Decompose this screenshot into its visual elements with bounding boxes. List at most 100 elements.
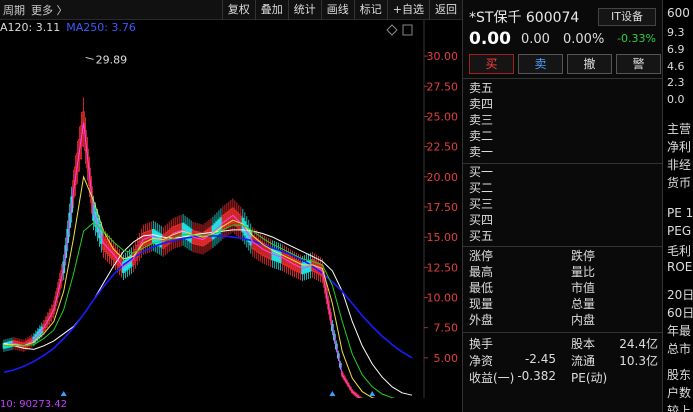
window-icon — [402, 24, 413, 36]
price-change-pct: 0.00% — [563, 32, 605, 47]
sliver-label: 主营 — [667, 122, 692, 136]
stats-right: 跌停 量比 市值 总量 内盘 — [571, 248, 595, 328]
volume-status: 10: 90273.42 — [0, 399, 67, 410]
sliver-code: 600 — [667, 6, 690, 20]
y-tick-label: 7.50 — [434, 322, 459, 335]
eps-label: 收益(一) — [469, 371, 515, 385]
price-change: 0.00 — [521, 32, 550, 47]
y-tick-label: 22.50 — [427, 141, 459, 154]
sliver-tick: 6.9 — [667, 43, 685, 56]
sliver-label: 货币 — [667, 176, 692, 190]
chart-toolbar: 周期 更多 〉 复权 叠加 统计 画线 标记 +自选 返回 — [0, 0, 462, 20]
divider — [463, 246, 663, 247]
sell-level-4: 卖四 — [469, 97, 494, 111]
event-marker-icon — [60, 391, 67, 396]
sell-level-3: 卖三 — [469, 113, 494, 127]
sliver-label: 户数 — [667, 386, 692, 400]
ma-line — [3, 122, 361, 398]
current-price: 0.00 — [469, 29, 511, 49]
sliver-tick: 2.3 — [667, 76, 685, 89]
buy-button[interactable]: 买 — [469, 54, 514, 74]
sliver-tick: 9.3 — [667, 26, 685, 39]
cancel-order-button[interactable]: 撤 — [567, 54, 612, 74]
y-tick-label: 10.00 — [427, 291, 459, 304]
divider — [463, 78, 663, 79]
quote-panel: *ST保千 600074 IT设备 0.00 0.00 0.00% -0.33%… — [462, 0, 663, 412]
y-tick-label: 20.00 — [427, 171, 459, 184]
buy-levels: 买一 买二 买三 买四 买五 — [469, 164, 493, 244]
buy-level-5: 买五 — [469, 229, 494, 243]
price-chart[interactable]: 30.00 27.50 25.00 22.50 20.00 17.50 15.00 12.50… — [0, 20, 462, 398]
sector-tag[interactable]: IT设备 — [598, 8, 656, 26]
limit-up-label: 涨停 — [469, 249, 494, 263]
sliver-label: 较上 — [667, 404, 692, 412]
sliver-label: PEG — [667, 224, 692, 238]
diamond-icon — [386, 24, 398, 36]
period-selector[interactable]: 周期 — [0, 2, 28, 18]
current-volume-label: 现量 — [469, 297, 494, 311]
alert-button[interactable]: 警 — [616, 54, 661, 74]
ma-line — [4, 174, 376, 398]
sliver-tick: 0.0 — [667, 93, 685, 106]
draw-line-button[interactable]: 画线 — [320, 0, 354, 20]
y-tick-label: 5.00 — [434, 352, 459, 365]
y-tick-label: 30.00 — [427, 50, 459, 63]
sliver-label: 净利 — [667, 140, 692, 154]
net-assets-value: -2.45 — [524, 352, 556, 366]
sell-level-2: 卖二 — [469, 129, 494, 143]
sell-level-5: 卖五 — [469, 81, 494, 95]
event-marker-icon — [369, 391, 376, 396]
high-label: 最高 — [469, 265, 494, 279]
sliver-tick: 4.6 — [667, 60, 685, 73]
pe-dynamic-label: PE(动) — [571, 371, 608, 385]
sliver-label: 总市 — [667, 342, 692, 356]
eps-value: -0.382 — [517, 369, 556, 383]
stock-title: *ST保千 600074 — [469, 10, 580, 26]
event-marker-icon — [329, 391, 336, 396]
adjust-button[interactable]: 复权 — [221, 0, 255, 20]
sell-levels: 卖五 卖四 卖三 卖二 卖一 — [469, 80, 493, 160]
sliver-label: 非经 — [667, 158, 692, 172]
low-label: 最低 — [469, 281, 494, 295]
kline-chart-panel[interactable]: 周期 更多 〉 复权 叠加 统计 画线 标记 +自选 返回 A120: 3.11… — [0, 0, 462, 412]
max-price-label: 29.89 — [96, 53, 128, 66]
more-menu[interactable]: 更多 〉 — [28, 2, 71, 18]
mark-button[interactable]: 标记 — [353, 0, 387, 20]
buy-level-2: 买二 — [469, 181, 494, 195]
float-shares-label: 流通 — [571, 354, 596, 368]
buy-level-4: 买四 — [469, 213, 494, 227]
sliver-label: 60日 — [667, 306, 693, 320]
y-tick-label: 12.50 — [427, 261, 459, 274]
net-assets-label: 净资 — [469, 354, 494, 368]
chevron-right-icon: 〉 — [56, 3, 68, 17]
max-pointer — [85, 56, 94, 60]
share-capital-label: 股本 — [571, 337, 596, 351]
side-info-panel: 600 9.3 6.9 4.6 2.3 0.0 主营 净利 非经 货币 PE 1… — [662, 0, 693, 412]
float-shares-value: 10.3亿 — [619, 354, 658, 368]
volume-ratio-label: 量比 — [571, 265, 596, 279]
sliver-label: 毛利 — [667, 244, 692, 258]
outer-volume-label: 外盘 — [469, 313, 494, 327]
sliver-label: ROE — [667, 260, 693, 274]
y-tick-label: 27.50 — [427, 80, 459, 93]
sliver-label: 年最 — [667, 324, 692, 338]
y-tick-label: 25.00 — [427, 110, 459, 123]
total-volume-label: 总量 — [571, 297, 596, 311]
sliver-label: 20日 — [667, 288, 693, 302]
back-button[interactable]: 返回 — [429, 0, 462, 20]
limit-down-label: 跌停 — [571, 249, 596, 263]
stats-left: 涨停 最高 最低 现量 外盘 — [469, 248, 493, 328]
buy-level-1: 买一 — [469, 165, 494, 179]
overlay-button[interactable]: 叠加 — [254, 0, 288, 20]
statistics-button[interactable]: 统计 — [287, 0, 321, 20]
inner-volume-label: 内盘 — [571, 313, 596, 327]
more-label: 更多 — [31, 3, 53, 17]
sell-button[interactable]: 卖 — [518, 54, 563, 74]
buy-level-3: 买三 — [469, 197, 494, 211]
turnover-label: 换手 — [469, 337, 494, 351]
divider — [463, 332, 663, 333]
add-watchlist-button[interactable]: +自选 — [386, 0, 429, 20]
sliver-label: PE 1 — [667, 206, 693, 220]
sliver-label: 股东 — [667, 368, 692, 382]
sector-change-pct: -0.33% — [617, 32, 656, 45]
